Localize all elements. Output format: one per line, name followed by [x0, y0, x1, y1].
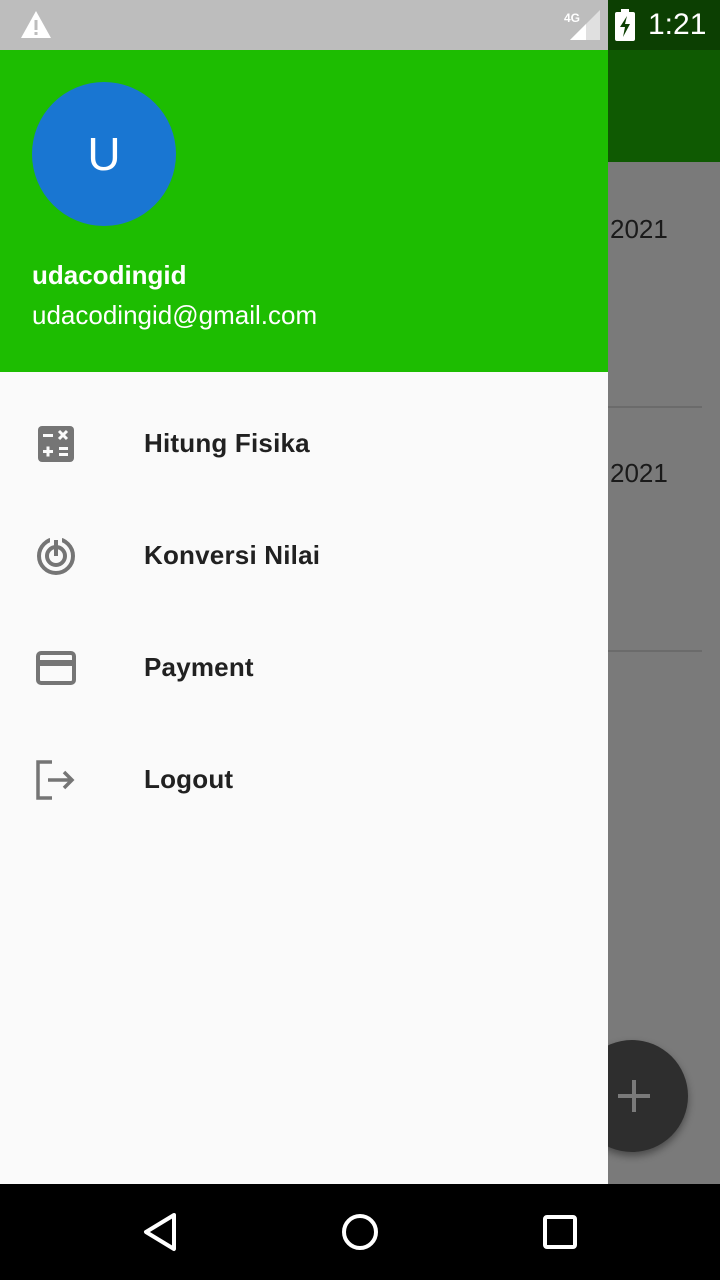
- drawer-item-logout[interactable]: Logout: [0, 724, 608, 836]
- logout-icon: [36, 760, 75, 800]
- drawer-item-label: Hitung Fisika: [144, 428, 310, 458]
- credit-card-icon: [36, 651, 76, 685]
- drawer-item-payment[interactable]: Payment: [0, 612, 608, 724]
- list-item-date: 2021: [610, 458, 668, 488]
- account-email: udacodingid@gmail.com: [32, 300, 318, 330]
- status-bar: 4G 1:21: [0, 0, 720, 50]
- network-label: 4G: [564, 11, 580, 25]
- navigation-drawer: U udacodingid udacodingid@gmail.com Hitu…: [0, 50, 608, 1184]
- drawer-item-label: Konversi Nilai: [144, 540, 321, 570]
- drawer-item-hitung-fisika[interactable]: Hitung Fisika: [0, 388, 608, 500]
- calculator-icon: [38, 426, 74, 462]
- drawer-item-label: Payment: [144, 652, 254, 682]
- navigation-bar: [0, 1184, 720, 1280]
- avatar-initial: U: [87, 128, 121, 180]
- radar-icon: [37, 537, 75, 575]
- home-icon[interactable]: [340, 1212, 380, 1252]
- drawer-item-label: Logout: [144, 764, 234, 794]
- battery-charging-icon: [615, 9, 635, 41]
- cellular-signal-icon: 4G: [564, 10, 600, 40]
- drawer-header: U udacodingid udacodingid@gmail.com: [0, 50, 608, 372]
- add-icon: [618, 1080, 650, 1112]
- status-bar-scrim: [0, 0, 608, 50]
- clock: 1:21: [648, 8, 707, 41]
- list-item-date: 2021: [610, 214, 668, 244]
- warning-icon: [21, 11, 51, 38]
- avatar[interactable]: U: [32, 82, 176, 226]
- account-name: udacodingid: [32, 260, 187, 290]
- drawer-item-konversi-nilai[interactable]: Konversi Nilai: [0, 500, 608, 612]
- back-icon[interactable]: [140, 1212, 180, 1252]
- recent-apps-icon[interactable]: [540, 1212, 580, 1252]
